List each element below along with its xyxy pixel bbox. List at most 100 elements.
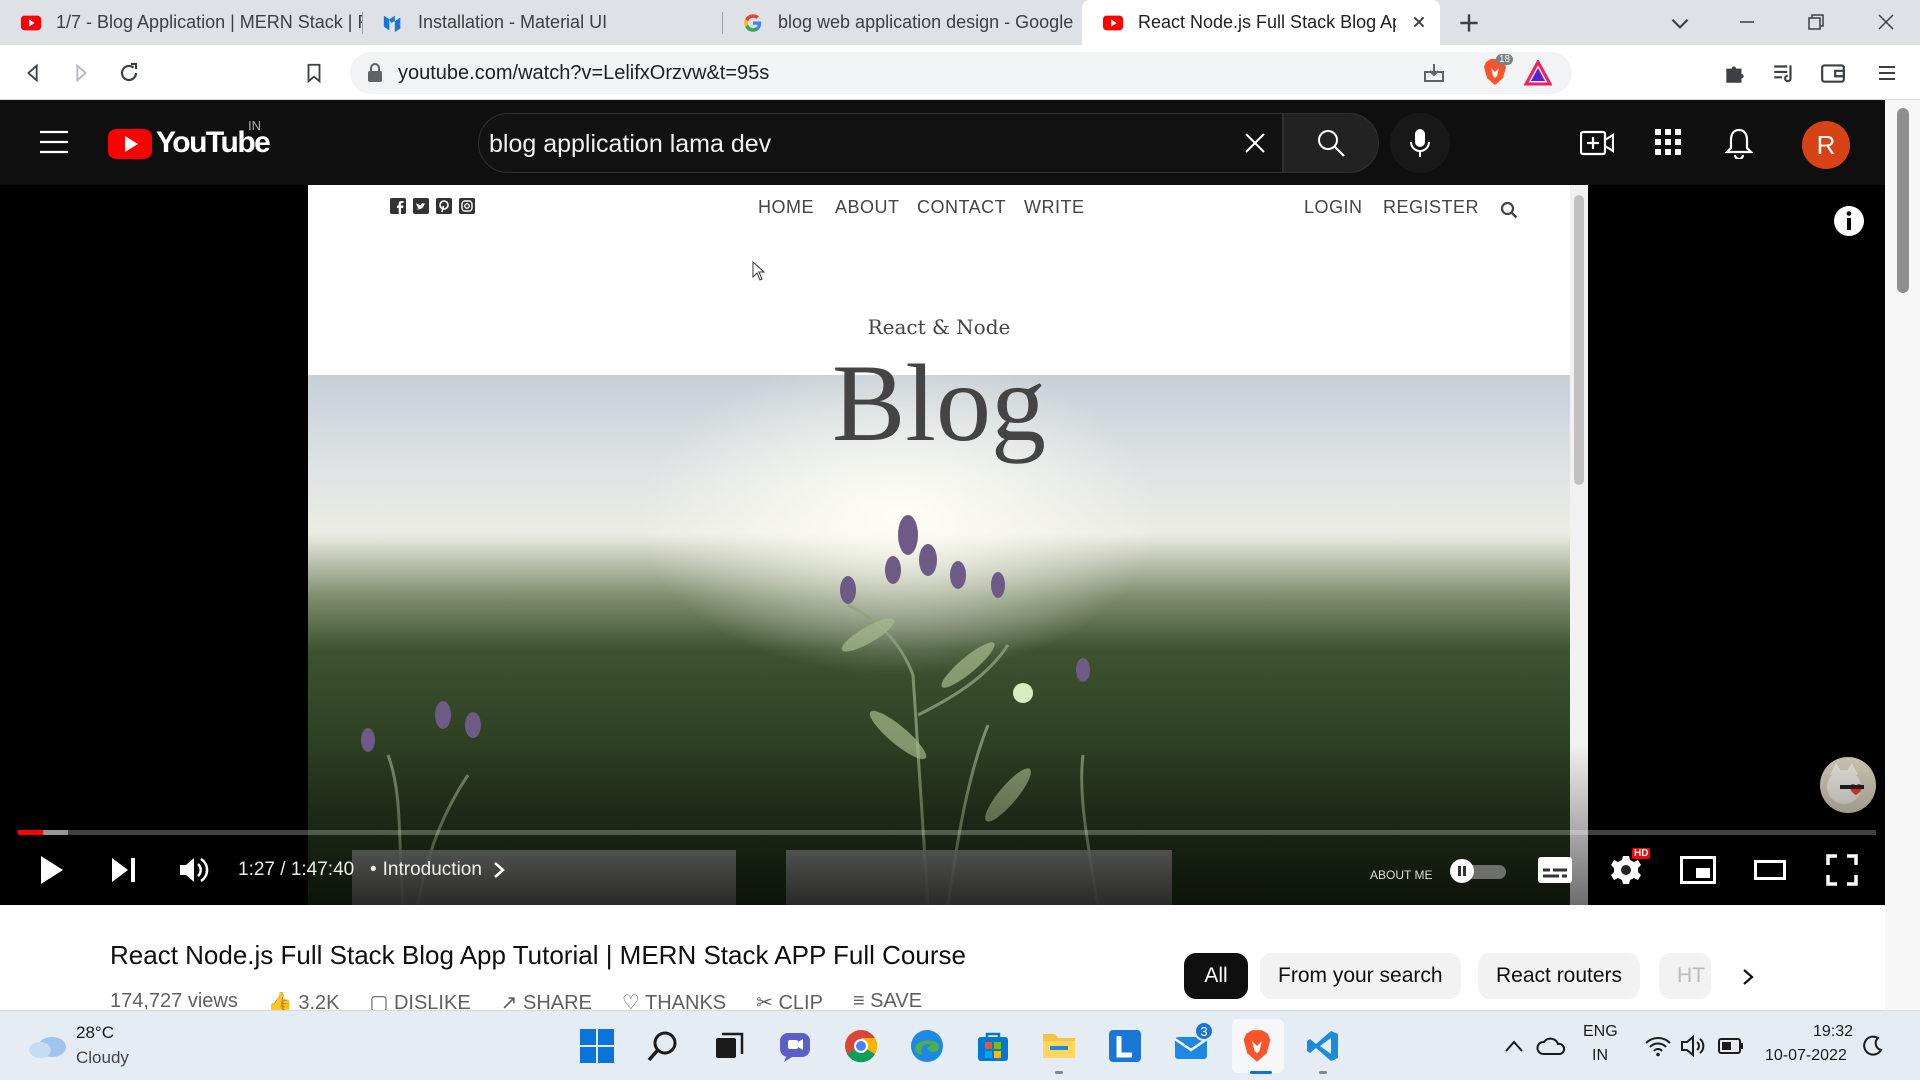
back-button[interactable]: [18, 58, 48, 88]
chip-from-your-search[interactable]: From your search: [1260, 953, 1461, 999]
tab-title: blog web application design - Google: [778, 12, 1074, 32]
twitter-icon[interactable]: [413, 198, 429, 214]
fullscreen-button[interactable]: [1822, 850, 1862, 890]
search-input[interactable]: blog application lama dev: [478, 113, 1283, 173]
instagram-icon[interactable]: [459, 198, 475, 214]
reload-button[interactable]: [114, 58, 144, 88]
forward-button[interactable]: [66, 58, 96, 88]
menu-icon[interactable]: [1875, 60, 1899, 86]
thanks-label: THANKS: [645, 992, 727, 1010]
chip-react-routers[interactable]: React routers: [1478, 953, 1641, 999]
share-button[interactable]: ↗ SHARE: [501, 990, 592, 1010]
notifications-bell-icon[interactable]: [1725, 127, 1753, 159]
tab-google-search[interactable]: blog web application design - Google: [722, 0, 1082, 45]
brave-shield-button[interactable]: 18: [1482, 54, 1514, 88]
wallet-icon[interactable]: [1820, 60, 1846, 86]
autoplay-toggle[interactable]: [1450, 859, 1508, 883]
install-app-icon[interactable]: [1422, 61, 1446, 85]
search-button[interactable]: [1283, 113, 1379, 173]
url-text: youtube.com/watch?v=LelifxOrzvw&t=95s: [398, 62, 770, 84]
like-button[interactable]: 👍 3.2K: [268, 990, 340, 1010]
chapter-button[interactable]: • Introduction: [370, 859, 506, 881]
show-hidden-icons-chevron-icon[interactable]: [1504, 1039, 1524, 1053]
close-window-button[interactable]: [1870, 6, 1902, 38]
hamburger-menu-icon[interactable]: [40, 130, 68, 154]
save-button[interactable]: ≡ SAVE: [853, 990, 922, 1010]
chrome-icon: [845, 1030, 878, 1063]
teams-chat-icon: [780, 1033, 810, 1062]
voice-search-button[interactable]: [1390, 113, 1450, 173]
theater-mode-button[interactable]: [1750, 850, 1790, 890]
progress-bar[interactable]: [18, 830, 1876, 835]
pinterest-icon[interactable]: [436, 198, 452, 214]
address-bar[interactable]: youtube.com/watch?v=LelifxOrzvw&t=95s 18: [350, 52, 1572, 94]
play-icon: [41, 856, 63, 884]
task-view-button[interactable]: [710, 1027, 748, 1065]
next-button[interactable]: [104, 850, 144, 890]
video-player[interactable]: HOME ABOUT CONTACT WRITE LOGIN REGISTER …: [0, 185, 1885, 905]
volume-button[interactable]: [174, 850, 214, 890]
chip-all[interactable]: All: [1184, 953, 1248, 999]
vscode-icon: [1307, 1031, 1338, 1061]
onedrive-cloud-icon[interactable]: [1536, 1035, 1566, 1057]
tab-react-node-blog[interactable]: React Node.js Full Stack Blog App: [1082, 0, 1440, 45]
chip-html[interactable]: HT: [1659, 953, 1711, 999]
brave-browser-button[interactable]: [1238, 1027, 1276, 1065]
brave-rewards-icon[interactable]: [1524, 60, 1552, 86]
teams-chat-button[interactable]: [776, 1027, 814, 1065]
extensions-icon[interactable]: [1722, 60, 1748, 86]
search-icon: [647, 1031, 677, 1062]
facebook-icon[interactable]: [390, 198, 406, 214]
bookmark-button[interactable]: [299, 58, 329, 88]
start-button[interactable]: [578, 1027, 616, 1065]
weather-description: Cloudy: [76, 1048, 129, 1067]
close-tab-icon[interactable]: [1408, 11, 1430, 33]
like-count: 3.2K: [298, 992, 340, 1010]
cloudy-weather-icon[interactable]: [28, 1031, 68, 1059]
minimize-button[interactable]: [1731, 6, 1763, 38]
file-explorer-button[interactable]: [1040, 1027, 1078, 1065]
youtube-logo[interactable]: YouTube IN: [108, 118, 271, 160]
wifi-icon[interactable]: [1645, 1035, 1671, 1057]
page-scroll-thumb[interactable]: [1897, 108, 1909, 293]
clear-search-icon[interactable]: [1244, 132, 1266, 154]
vscode-button[interactable]: [1304, 1027, 1342, 1065]
tab-title: Installation - Material UI: [418, 12, 608, 32]
input-region: IN: [1592, 1047, 1608, 1064]
mail-button[interactable]: 3: [1172, 1021, 1214, 1065]
chrome-button[interactable]: [842, 1027, 880, 1065]
miniplayer-button[interactable]: [1678, 850, 1718, 890]
restore-button[interactable]: [1800, 6, 1832, 38]
dislike-button[interactable]: ▢ DISLIKE: [370, 990, 471, 1010]
battery-icon[interactable]: [1718, 1037, 1744, 1055]
thanks-button[interactable]: ♡ THANKS: [622, 990, 726, 1010]
taskbar-search-button[interactable]: [644, 1027, 682, 1065]
create-video-icon[interactable]: [1580, 128, 1614, 158]
miniplayer-icon: [1680, 856, 1716, 884]
subtitles-button[interactable]: [1535, 850, 1575, 890]
chips-next-chevron-icon[interactable]: [1740, 967, 1756, 987]
clip-button[interactable]: ✂ CLIP: [756, 990, 823, 1010]
play-button[interactable]: [32, 850, 72, 890]
lms-app-button[interactable]: [1106, 1027, 1144, 1065]
microsoft-store-button[interactable]: [974, 1027, 1012, 1065]
info-icon[interactable]: [1833, 205, 1865, 237]
clock-time[interactable]: 19:32: [1813, 1023, 1853, 1041]
page-scrollbar[interactable]: [1885, 100, 1920, 1010]
autoplay-knob: [1450, 859, 1474, 883]
video-frame-scroll-thumb: [1574, 195, 1584, 485]
edge-button[interactable]: [908, 1027, 946, 1065]
tab-search-chevron-icon[interactable]: [1667, 10, 1693, 36]
new-tab-icon[interactable]: [1456, 10, 1482, 36]
tab-blog-application[interactable]: 1/7 - Blog Application | MERN Stack | P: [0, 0, 362, 45]
account-avatar[interactable]: R: [1802, 121, 1850, 169]
do-not-disturb-moon-icon[interactable]: [1862, 1035, 1884, 1057]
closed-captions-icon: [1538, 857, 1572, 883]
reading-list-icon[interactable]: [1771, 60, 1797, 86]
tab-material-ui[interactable]: Installation - Material UI: [362, 0, 722, 45]
active-app-indicator: [1250, 1071, 1272, 1074]
input-language[interactable]: ENG: [1583, 1023, 1618, 1041]
speaker-icon[interactable]: [1680, 1035, 1708, 1057]
settings-button[interactable]: HD: [1606, 848, 1651, 890]
apps-grid-icon[interactable]: [1655, 129, 1681, 155]
